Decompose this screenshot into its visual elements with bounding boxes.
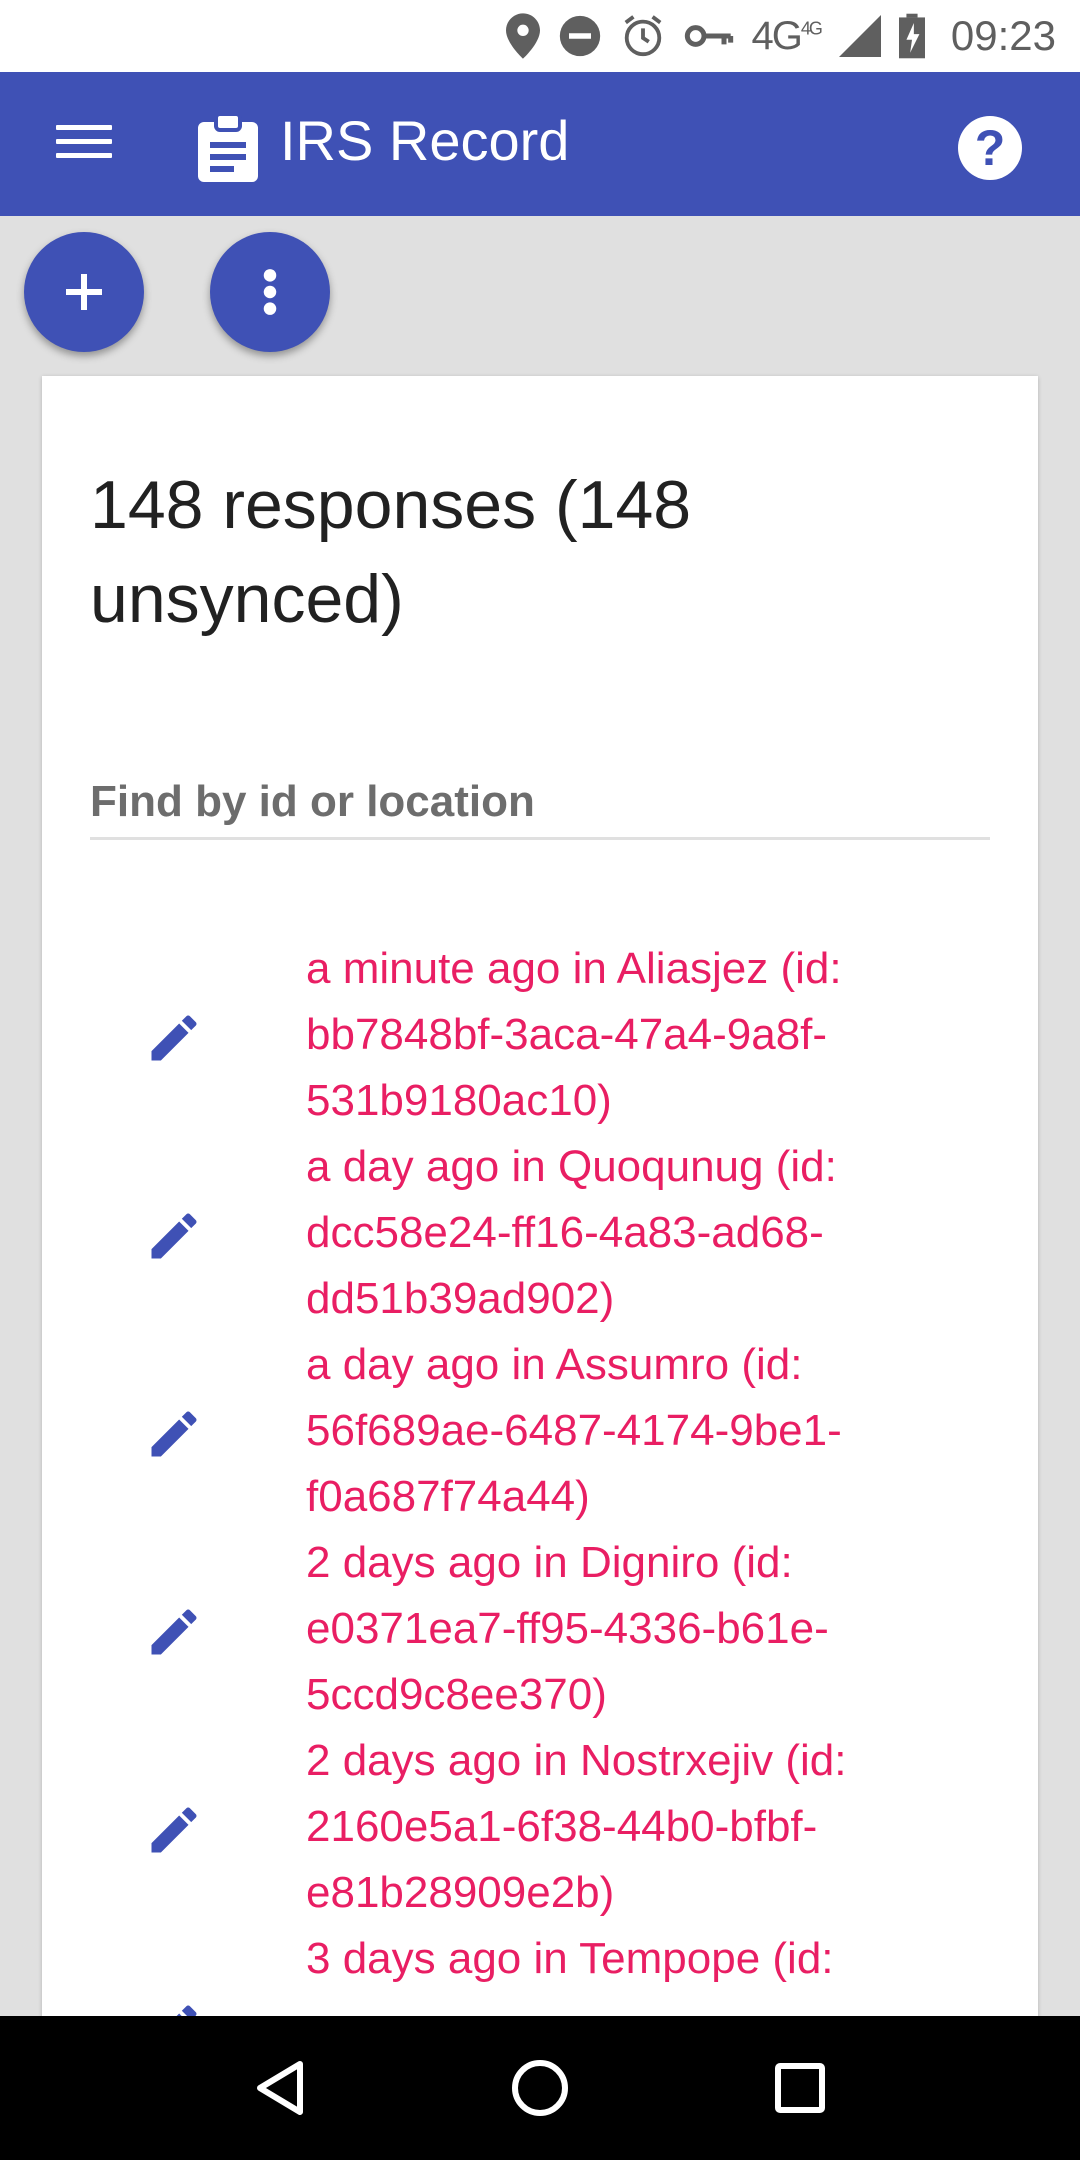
menu-icon-line: [56, 139, 112, 144]
list-item[interactable]: 2 days ago in Nostrxejiv (id: 2160e5a1-6…: [42, 1728, 1038, 1926]
menu-button[interactable]: [52, 116, 116, 172]
alarm-icon: [620, 12, 666, 60]
list-item[interactable]: a day ago in Quoqunug (id: dcc58e24-ff16…: [42, 1134, 1038, 1332]
edit-icon[interactable]: [144, 1404, 204, 1464]
more-options-button[interactable]: [210, 232, 330, 352]
response-text[interactable]: 3 days ago in Tempope (id:: [306, 1926, 966, 1992]
edit-icon[interactable]: [144, 1008, 204, 1068]
response-text[interactable]: a minute ago in Aliasjez (id: bb7848bf-3…: [306, 936, 966, 1134]
clipboard-icon: [198, 112, 258, 182]
vpn-key-icon: [684, 12, 734, 60]
action-toolbar: [0, 216, 1080, 360]
response-text[interactable]: a day ago in Assumro (id: 56f689ae-6487-…: [306, 1332, 966, 1530]
edit-icon[interactable]: [144, 1602, 204, 1662]
response-text[interactable]: a day ago in Quoqunug (id: dcc58e24-ff16…: [306, 1134, 966, 1332]
clock: 09:23: [950, 12, 1056, 59]
app-title: IRS Record: [280, 109, 570, 172]
battery-icon: [898, 12, 925, 60]
plus-icon: [66, 274, 102, 310]
home-circle-icon: [512, 2060, 568, 2116]
responses-list: a minute ago in Aliasjez (id: bb7848bf-3…: [42, 936, 1038, 2124]
app-bar: IRS Record ?: [0, 72, 1080, 216]
system-nav-bar: [0, 2016, 1080, 2160]
list-item[interactable]: 2 days ago in Digniro (id: e0371ea7-ff95…: [42, 1530, 1038, 1728]
network-type: 4G4G: [751, 13, 823, 58]
help-button[interactable]: ?: [958, 116, 1022, 180]
search-input[interactable]: [90, 766, 990, 840]
responses-card: 148 responses (148 unsynced) a minute ag…: [42, 376, 1038, 2076]
back-triangle-icon: [257, 2061, 303, 2115]
response-text[interactable]: 2 days ago in Nostrxejiv (id: 2160e5a1-6…: [306, 1728, 966, 1926]
location-icon: [505, 12, 540, 60]
list-item[interactable]: a minute ago in Aliasjez (id: bb7848bf-3…: [42, 936, 1038, 1134]
add-response-button[interactable]: [24, 232, 144, 352]
do-not-disturb-icon: [558, 12, 602, 60]
status-bar: 4G4G 09:23: [0, 0, 1080, 72]
signal-icon: [838, 12, 881, 60]
menu-icon-line: [56, 125, 112, 130]
recents-square-icon: [775, 2063, 825, 2113]
edit-icon[interactable]: [144, 1206, 204, 1266]
home-button[interactable]: [500, 2048, 580, 2128]
help-icon: ?: [974, 120, 1006, 176]
response-text[interactable]: 2 days ago in Digniro (id: e0371ea7-ff95…: [306, 1530, 966, 1728]
more-vert-icon: [263, 269, 277, 315]
recents-button[interactable]: [760, 2048, 840, 2128]
list-item[interactable]: a day ago in Assumro (id: 56f689ae-6487-…: [42, 1332, 1038, 1530]
responses-summary-title: 148 responses (148 unsynced): [90, 467, 692, 637]
edit-icon[interactable]: [144, 1800, 204, 1860]
back-button[interactable]: [240, 2048, 320, 2128]
menu-icon-line: [56, 153, 112, 158]
